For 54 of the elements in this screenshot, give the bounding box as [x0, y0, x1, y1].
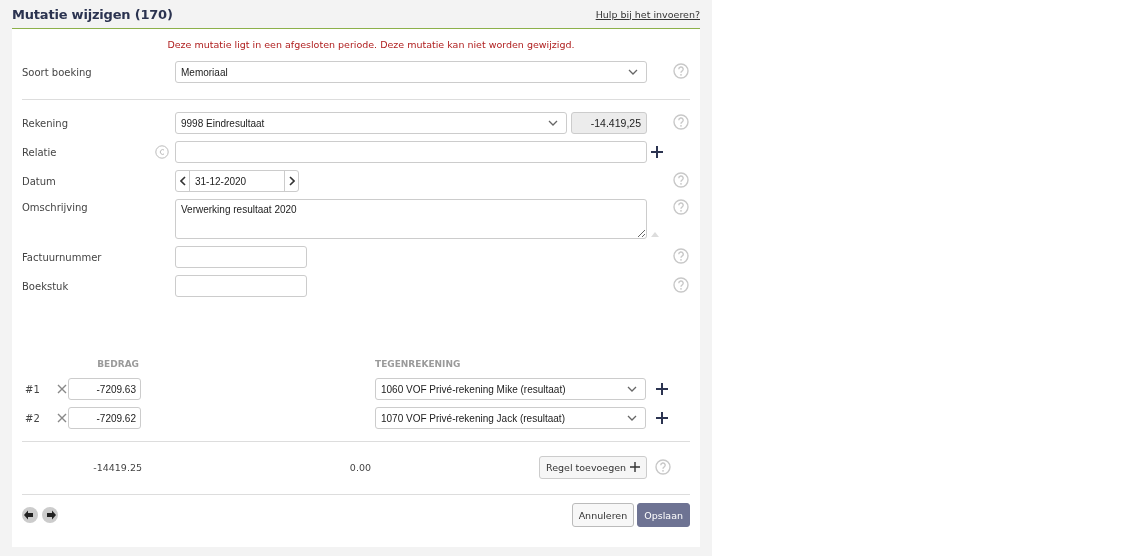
field-label: Omschrijving [22, 201, 89, 213]
help-icon[interactable] [673, 63, 689, 79]
chevron-down-icon [548, 120, 558, 126]
dropdown[interactable]: 1060 VOF Privé-rekening Mike (resultaat) [375, 378, 646, 400]
collapse-icon[interactable] [651, 232, 659, 237]
help-icon[interactable] [673, 114, 689, 130]
help-icon[interactable] [673, 248, 689, 264]
description-field[interactable]: Verwerking resultaat 2020 [175, 199, 647, 239]
help-icon[interactable] [673, 172, 689, 188]
line-number: #2 [24, 412, 41, 424]
help-link[interactable]: Hulp bij het invoeren? [595, 8, 700, 20]
amount-field[interactable]: -7209.62 [68, 407, 141, 429]
chevron-down-icon [628, 69, 638, 75]
arrow-left-icon[interactable] [22, 507, 38, 523]
field-label: Boekstuk [22, 280, 70, 292]
field-label: Rekening [22, 117, 70, 129]
plus-icon[interactable] [651, 146, 663, 158]
warning-message: Deze mutatie ligt in een afgesloten periode. Deze mutatie kan niet worden gewijzigd. [166, 39, 576, 52]
amount-field[interactable]: -7209.63 [68, 378, 141, 400]
text-field[interactable] [175, 246, 307, 268]
dialog-title: Mutatie wijzigen (170) [12, 6, 173, 22]
column-header: TEGENREKENING [375, 359, 461, 369]
difference-amount: 0.00 [348, 461, 371, 473]
field-label: Factuurnummer [22, 251, 103, 263]
text-field[interactable] [175, 275, 307, 297]
column-header: BEDRAG [96, 359, 140, 369]
cancel-button[interactable]: Annuleren [571, 503, 635, 527]
balance-field: -14.419,25 [571, 112, 647, 134]
help-icon[interactable] [673, 199, 689, 215]
arrow-right-icon[interactable] [42, 507, 58, 523]
c-icon [155, 145, 169, 159]
close-icon[interactable] [57, 413, 67, 423]
save-button[interactable]: Opslaan [637, 503, 690, 527]
plus-icon[interactable] [656, 412, 668, 424]
plus-icon [630, 462, 641, 472]
field-label: Relatie [22, 146, 58, 158]
help-icon[interactable] [673, 277, 689, 293]
date-field[interactable]: 31-12-2020 [175, 170, 299, 192]
add-line-button[interactable]: Regel toevoegen [539, 455, 648, 479]
dropdown[interactable]: 1070 VOF Privé-rekening Jack (resultaat) [375, 407, 646, 429]
field-label: Soort boeking [22, 66, 93, 78]
chevron-left-icon[interactable] [179, 176, 186, 186]
relation-field[interactable] [175, 141, 647, 163]
dropdown[interactable]: 9998 Eindresultaat [175, 112, 567, 134]
chevron-right-icon[interactable] [288, 176, 295, 186]
chevron-down-icon [627, 386, 637, 392]
dropdown[interactable]: Memoriaal [175, 61, 647, 83]
chevron-down-icon [627, 415, 637, 421]
line-number: #1 [24, 383, 41, 395]
plus-icon[interactable] [656, 383, 668, 395]
close-icon[interactable] [57, 384, 67, 394]
help-icon[interactable] [655, 459, 672, 475]
field-label: Datum [22, 175, 57, 187]
total-amount: -14419.25 [92, 461, 142, 473]
